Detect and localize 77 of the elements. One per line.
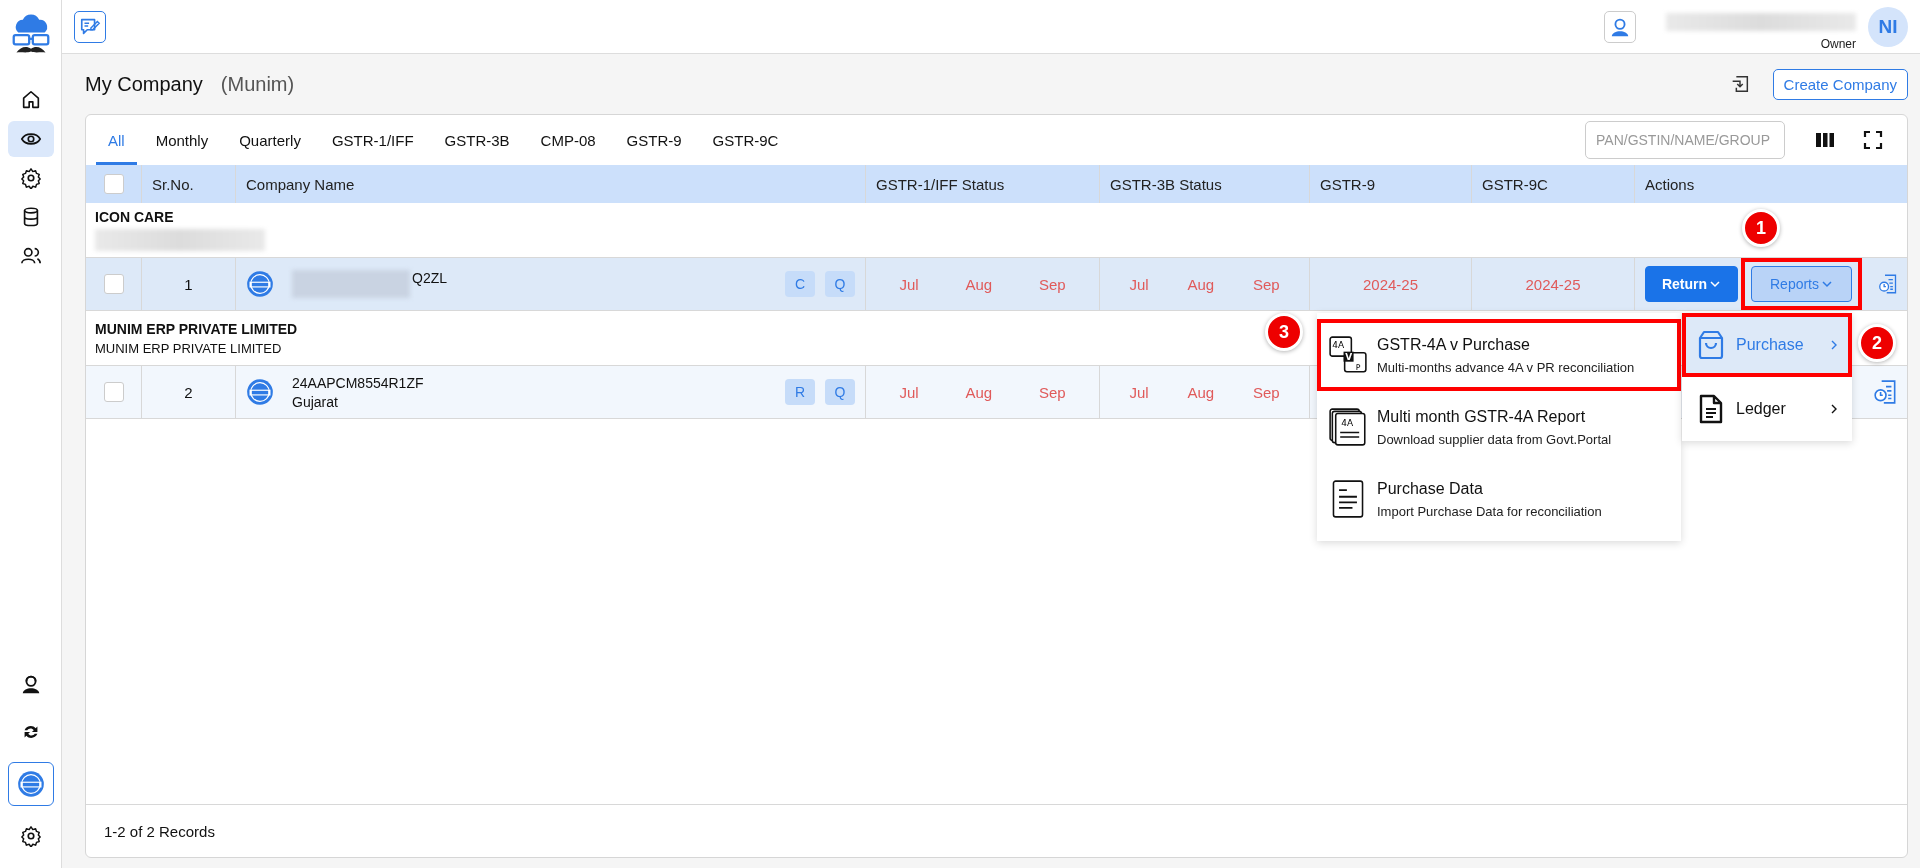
month-status[interactable]: Aug [965, 383, 993, 401]
return-type-tag[interactable]: C [785, 271, 815, 297]
month-status[interactable]: Jul [899, 275, 919, 293]
action-dropdown-button[interactable]: Reports [1751, 266, 1852, 302]
filter-tab[interactable]: GSTR-9C [700, 115, 791, 165]
page-title: My Company [85, 72, 203, 96]
menu-item[interactable]: 4A Multi month GSTR-4A Report Download supplier data from Govt.Portal [1317, 391, 1681, 463]
filter-tab[interactable]: GSTR-3B [432, 115, 522, 165]
month-status[interactable]: Aug [1187, 383, 1215, 401]
support-button[interactable] [1604, 10, 1636, 43]
step-badge: 1 [1742, 209, 1780, 247]
menu-item-title: Purchase Data [1377, 479, 1484, 498]
month-status[interactable]: Sep [1252, 383, 1280, 401]
year-status[interactable]: 2024-25 [1525, 275, 1581, 293]
step-badge: 3 [1265, 313, 1303, 351]
serial-number: 2 [184, 383, 193, 401]
month-status[interactable]: Aug [965, 275, 993, 293]
gstin: Q2ZL [412, 270, 447, 286]
return-type-tag[interactable]: Q [825, 379, 855, 405]
group-subtitle: MUNIM ERP PRIVATE LIMITED [95, 340, 282, 356]
month-status[interactable]: Sep [1038, 383, 1066, 401]
state-name: Gujarat [292, 393, 339, 410]
group-name: MUNIM ERP PRIVATE LIMITED [95, 320, 298, 337]
filter-tab[interactable]: Monthly [143, 115, 221, 165]
menu-item[interactable]: Purchase Data Import Purchase Data for reconciliation [1317, 463, 1681, 535]
column-header: GSTR-9 [1320, 175, 1375, 193]
page-subtitle: (Munim) [220, 72, 295, 96]
submenu-item[interactable]: Ledger [1682, 377, 1852, 441]
year-status[interactable]: 2024-25 [1362, 275, 1419, 293]
filter-tab[interactable]: GSTR-9 [614, 115, 694, 165]
filter-tab[interactable]: CMP-08 [528, 115, 608, 165]
submenu-item[interactable]: Purchase [1682, 313, 1852, 377]
menu-item-description: Multi-months advance 4A v PR reconciliation [1377, 359, 1635, 375]
month-status[interactable]: Jul [1129, 383, 1149, 401]
column-header: GSTR-9C [1482, 175, 1548, 193]
gstin: 24AAPCM8554R1ZF [292, 374, 424, 391]
month-status[interactable]: Jul [899, 383, 919, 401]
select-all-checkbox[interactable] [103, 174, 124, 194]
column-header: GSTR-1/IFF Status [876, 175, 1005, 193]
column-header: Sr.No. [152, 175, 194, 193]
fullscreen-icon[interactable] [1861, 128, 1885, 152]
month-status[interactable]: Sep [1252, 275, 1280, 293]
return-type-tag[interactable]: Q [825, 271, 855, 297]
notes-button[interactable] [74, 10, 106, 43]
gst-seal-icon [246, 270, 274, 298]
user-avatar[interactable]: NI [1868, 6, 1908, 47]
month-status[interactable]: Jul [1129, 275, 1149, 293]
action-dropdown-button[interactable]: Return [1645, 266, 1738, 302]
create-company-button[interactable]: Create Company [1772, 68, 1908, 100]
caret-icon [1821, 278, 1833, 290]
filter-tab[interactable]: GSTR-1/IFF [319, 115, 426, 165]
filter-tab[interactable]: Quarterly [227, 115, 313, 165]
menu-item-title: GSTR-4A v Purchase [1377, 335, 1531, 354]
user-role: Owner [1820, 36, 1856, 51]
menu-item-description: Download supplier data from Govt.Portal [1377, 431, 1612, 447]
settings-icon [19, 825, 42, 847]
caret-icon [1709, 278, 1722, 290]
settings-icon [19, 167, 42, 189]
menu-item-title: Multi month GSTR-4A Report [1377, 407, 1587, 426]
gst-seal-icon [246, 378, 274, 406]
serial-number: 1 [184, 275, 193, 293]
sidebar-item[interactable] [7, 121, 54, 157]
search-field[interactable]: PAN/GSTIN/NAME/GROUP [1585, 121, 1785, 159]
row-checkbox[interactable] [103, 274, 124, 294]
gst-seal-icon [16, 770, 45, 798]
record-count: 1-2 of 2 Records [104, 822, 215, 840]
month-status[interactable]: Sep [1038, 275, 1066, 293]
menu-item-description: Import Purchase Data for reconciliation [1377, 503, 1602, 519]
group-name: ICON CARE [95, 209, 174, 225]
shopping-bag-icon [1696, 330, 1726, 360]
column-header: Actions [1645, 175, 1695, 193]
step-badge: 2 [1858, 324, 1896, 362]
column-header: Company Name [246, 175, 355, 193]
row-checkbox[interactable] [103, 382, 124, 402]
return-type-tag[interactable]: R [785, 379, 815, 405]
column-header: GSTR-3B Status [1110, 175, 1222, 193]
month-status[interactable]: Aug [1187, 275, 1215, 293]
